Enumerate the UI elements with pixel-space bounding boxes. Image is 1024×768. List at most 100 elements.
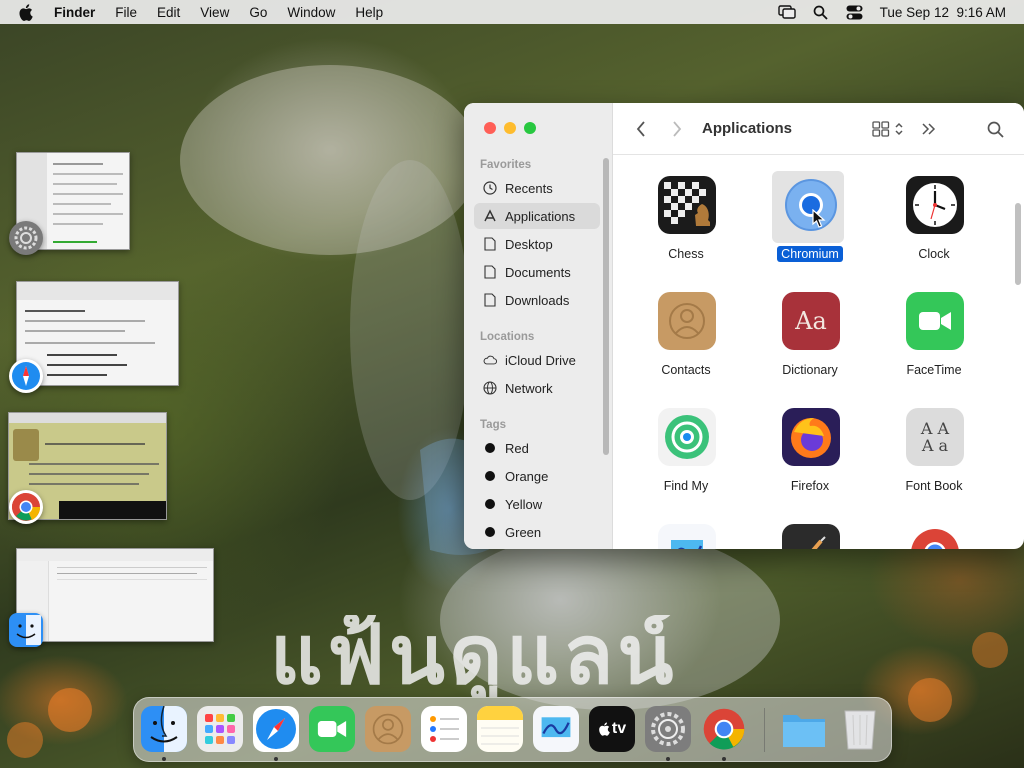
dock-settings-icon[interactable] <box>645 706 691 752</box>
forward-button[interactable] <box>667 119 687 139</box>
chrome-icon[interactable] <box>9 490 43 524</box>
dictionary-icon: Aa <box>782 292 840 350</box>
app-label: Chess <box>668 247 704 261</box>
app-item-contacts[interactable]: Contacts <box>636 282 736 382</box>
settings-gear-icon[interactable] <box>9 221 43 255</box>
sidebar-item-downloads[interactable]: Downloads <box>474 287 600 313</box>
app-item-freeform[interactable] <box>636 514 736 549</box>
app-item-find-my[interactable]: Find My <box>636 398 736 498</box>
app-item-clock[interactable]: Clock <box>884 166 984 266</box>
app-item-google-chrome[interactable] <box>884 514 984 549</box>
tag-dot-icon <box>483 525 497 539</box>
grid-scrollbar[interactable] <box>1015 203 1021 285</box>
cloud-icon <box>483 353 497 367</box>
grid-view-icon <box>872 121 890 137</box>
dock-finder-icon[interactable] <box>141 706 187 752</box>
sidebar-section-favorites: Favorites <box>480 159 532 171</box>
safari-compass-icon[interactable] <box>9 359 43 393</box>
sidebar-tag-green[interactable]: Green <box>474 519 600 545</box>
finder-sidebar: Favorites Recents Applications Desktop D… <box>464 103 613 549</box>
applications-icon <box>483 209 497 223</box>
firefox-icon <box>782 408 840 466</box>
chevron-right-icon <box>673 121 682 137</box>
app-item-dictionary[interactable]: Aa Dictionary <box>760 282 860 382</box>
dock-separator <box>764 708 765 752</box>
app-item-garageband[interactable] <box>760 514 860 549</box>
dock-contacts-icon[interactable] <box>365 706 411 752</box>
zoom-window-button[interactable] <box>524 122 536 134</box>
document-icon <box>483 237 497 251</box>
mouse-cursor-icon <box>812 209 826 228</box>
wallpaper-overlay-text: แฟ้นดูแลน์ <box>270 615 678 697</box>
globe-icon <box>483 381 497 395</box>
window-title: Applications <box>702 120 793 137</box>
app-item-facetime[interactable]: FaceTime <box>884 282 984 382</box>
sidebar-item-label: Orange <box>505 468 549 484</box>
document-icon <box>483 293 497 307</box>
sidebar-tag-orange[interactable]: Orange <box>474 463 600 489</box>
dock-apple-tv-icon[interactable]: tv <box>589 706 635 752</box>
sidebar-scrollbar[interactable] <box>603 158 609 455</box>
app-label: Contacts <box>661 363 711 377</box>
chess-icon <box>658 176 716 234</box>
dock-facetime-icon[interactable] <box>309 706 355 752</box>
app-item-firefox[interactable]: Firefox <box>760 398 860 498</box>
sidebar-tag-yellow[interactable]: Yellow <box>474 491 600 517</box>
sidebar-item-label: Applications <box>505 208 576 224</box>
font-book-glyph: A A A a <box>920 419 950 455</box>
sidebar-item-label: Downloads <box>505 292 570 308</box>
dock-trash-icon[interactable] <box>837 706 883 752</box>
dock-notes-icon[interactable] <box>477 706 523 752</box>
sidebar-item-recents[interactable]: Recents <box>474 175 600 201</box>
chromium-icon <box>782 176 840 234</box>
minimize-window-button[interactable] <box>504 122 516 134</box>
chevron-double-right-icon <box>922 123 936 135</box>
app-item-chess[interactable]: Chess <box>636 166 736 266</box>
sidebar-section-tags: Tags <box>480 419 506 431</box>
sidebar-item-label: Documents <box>505 264 571 280</box>
facetime-icon <box>906 292 964 350</box>
search-button[interactable] <box>985 119 1005 139</box>
sidebar-item-label: Green <box>505 524 542 540</box>
find-my-icon <box>658 408 716 466</box>
stage-thumb-finder[interactable] <box>16 548 214 642</box>
app-item-chromium[interactable]: Chromium <box>760 166 860 266</box>
dock-safari-icon[interactable] <box>253 706 299 752</box>
app-label: Chromium <box>760 246 860 262</box>
chevron-updown-icon <box>895 122 903 136</box>
sidebar-section-locations: Locations <box>480 331 535 343</box>
finder-face-icon[interactable] <box>9 613 43 647</box>
tag-dot-icon <box>483 441 497 455</box>
sidebar-item-label: Yellow <box>505 496 543 512</box>
app-label: Find My <box>663 479 709 493</box>
dock-reminders-icon[interactable] <box>421 706 467 752</box>
more-toolbar-button[interactable] <box>919 119 939 139</box>
app-label: Dictionary <box>782 363 838 377</box>
font-book-icon: A A A a <box>906 408 964 466</box>
sidebar-item-label: Desktop <box>505 236 553 252</box>
app-item-font-book[interactable]: A A A a Font Book <box>884 398 984 498</box>
sidebar-item-documents[interactable]: Documents <box>474 259 600 285</box>
dock-freeform-icon[interactable] <box>533 706 579 752</box>
finder-window: Favorites Recents Applications Desktop D… <box>464 103 1024 549</box>
sidebar-item-label: Recents <box>505 180 553 196</box>
tag-dot-icon <box>483 497 497 511</box>
sidebar-item-network[interactable]: Network <box>474 375 600 401</box>
chevron-left-icon <box>636 121 645 137</box>
sidebar-item-label: Red <box>505 440 529 456</box>
sidebar-item-icloud-drive[interactable]: iCloud Drive <box>474 347 600 373</box>
sidebar-item-applications[interactable]: Applications <box>474 203 600 229</box>
dock-launchpad-icon[interactable] <box>197 706 243 752</box>
sidebar-tag-red[interactable]: Red <box>474 435 600 461</box>
dock-folder-icon[interactable] <box>781 706 827 752</box>
sidebar-item-desktop[interactable]: Desktop <box>474 231 600 257</box>
garageband-icon <box>782 524 840 549</box>
dock-chrome-icon[interactable] <box>701 706 747 752</box>
close-window-button[interactable] <box>484 122 496 134</box>
app-label: Firefox <box>790 479 830 493</box>
sidebar-item-label: Network <box>505 380 553 396</box>
dictionary-glyph: Aa <box>795 307 827 335</box>
back-button[interactable] <box>631 119 651 139</box>
clock-app-icon <box>906 176 964 234</box>
view-options-button[interactable] <box>868 118 908 140</box>
